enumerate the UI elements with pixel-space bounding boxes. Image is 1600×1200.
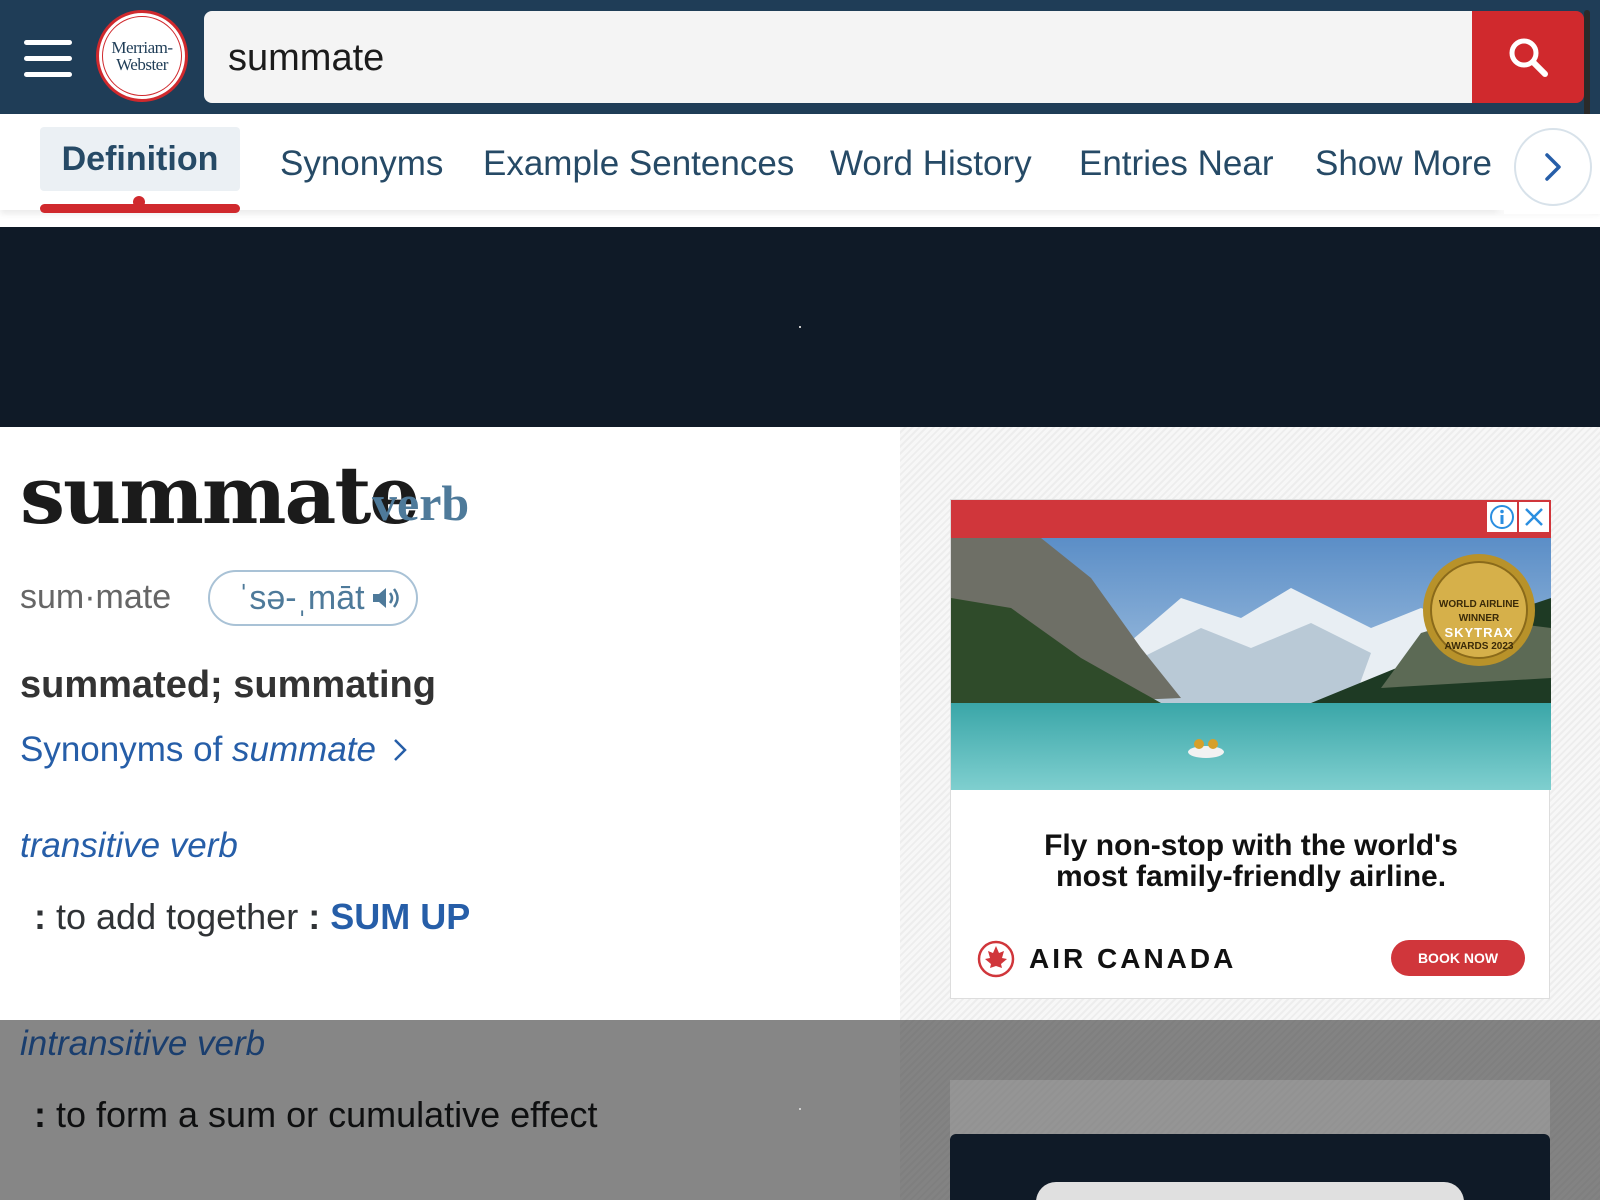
rail-ad-pill	[1036, 1182, 1464, 1200]
synonyms-link-prefix: Synonyms of	[20, 730, 223, 769]
tab-synonyms[interactable]: Synonyms	[280, 144, 443, 184]
definition-sense-2: : to form a sum or cumulative effect	[34, 1094, 598, 1136]
definition-sense-1: : to add together : SUM UP	[34, 896, 470, 938]
site-header: Merriam- Webster summate	[0, 0, 1600, 114]
search-input[interactable]: summate	[204, 11, 1474, 103]
sponsored-ad[interactable]: WORLD AIRLINE WINNER SKYTRAX AWARDS 2023…	[950, 499, 1551, 999]
definition-colon: :	[308, 896, 321, 937]
merriam-webster-logo[interactable]: Merriam- Webster	[96, 10, 188, 102]
ad-headline-line-2: most family-friendly airline.	[1055, 860, 1447, 893]
definition-colon: :	[34, 1094, 46, 1135]
search-button[interactable]	[1472, 11, 1584, 103]
synonyms-link-word: summate	[232, 730, 376, 769]
synonyms-link[interactable]: Synonyms of summate	[20, 730, 408, 770]
badge-line-2: WINNER	[1458, 613, 1500, 624]
ad-headline-line-1: Fly non-stop with the world's	[1044, 829, 1458, 862]
tab-entries-near[interactable]: Entries Near	[1079, 144, 1274, 184]
logo-text-line1: Merriam-	[111, 38, 173, 57]
speaker-icon	[372, 588, 399, 608]
ad-lake-photo	[951, 538, 1551, 790]
search-input-value[interactable]: summate	[228, 37, 384, 80]
search-icon	[1509, 38, 1548, 77]
tab-word-history[interactable]: Word History	[830, 144, 1032, 184]
hamburger-menu-icon[interactable]	[24, 40, 72, 78]
info-icon[interactable]	[1487, 502, 1517, 532]
tab-definition[interactable]: Definition	[40, 127, 240, 191]
pronunciation-button[interactable]: ˈsə-ˌmāt	[208, 570, 418, 626]
entry-tab-bar: Definition Synonyms Example Sentences Wo…	[0, 114, 1600, 213]
rail-ad-placeholder	[950, 1080, 1550, 1140]
ad-brand-name: AIR CANADA	[1029, 943, 1237, 974]
headword: summate	[20, 448, 420, 542]
ad-headline: Fly non-stop with the world's most famil…	[951, 830, 1551, 892]
verb-divider-transitive: transitive verb	[20, 826, 238, 865]
ad-brand: AIR CANADA	[977, 940, 1236, 978]
cross-reference-link[interactable]: SUM UP	[330, 896, 470, 937]
chevron-right-icon	[393, 739, 407, 761]
part-of-speech[interactable]: verb	[372, 474, 469, 532]
book-now-button[interactable]: BOOK NOW	[1391, 940, 1525, 976]
syllables: sum·mate	[20, 578, 172, 616]
definition-text: to add together	[46, 896, 309, 937]
verb-divider-intransitive: intransitive verb	[20, 1024, 266, 1063]
inflections: summated; summating	[20, 664, 436, 706]
chevron-right-icon	[1545, 153, 1561, 181]
tab-show-more[interactable]: Show More	[1315, 144, 1492, 184]
maple-leaf-icon	[977, 940, 1015, 978]
definition-text: to form a sum or cumulative effect	[46, 1094, 598, 1135]
close-icon[interactable]	[1519, 502, 1549, 532]
definition-colon: :	[34, 896, 46, 937]
pronunciation-text: ˈsə-ˌmāt	[238, 578, 365, 617]
tab-scroll-next[interactable]	[1504, 124, 1600, 214]
tab-example-sentences[interactable]: Example Sentences	[483, 144, 794, 184]
badge-line-4: AWARDS 2023	[1444, 641, 1514, 652]
logo-text-line2: Webster	[116, 55, 168, 74]
badge-line-3: SKYTRAX	[1444, 625, 1514, 640]
ad-loading-dot	[799, 326, 801, 328]
ad-loading-dot	[799, 1108, 801, 1110]
award-badge: WORLD AIRLINE WINNER SKYTRAX AWARDS 2023	[1421, 598, 1537, 654]
active-tab-indicator	[133, 196, 145, 208]
rail-ad-dark-panel	[950, 1134, 1550, 1200]
ad-header-bar	[951, 500, 1551, 538]
badge-line-1: WORLD AIRLINE	[1438, 599, 1520, 610]
scrollbar-thumb[interactable]	[1584, 10, 1590, 120]
